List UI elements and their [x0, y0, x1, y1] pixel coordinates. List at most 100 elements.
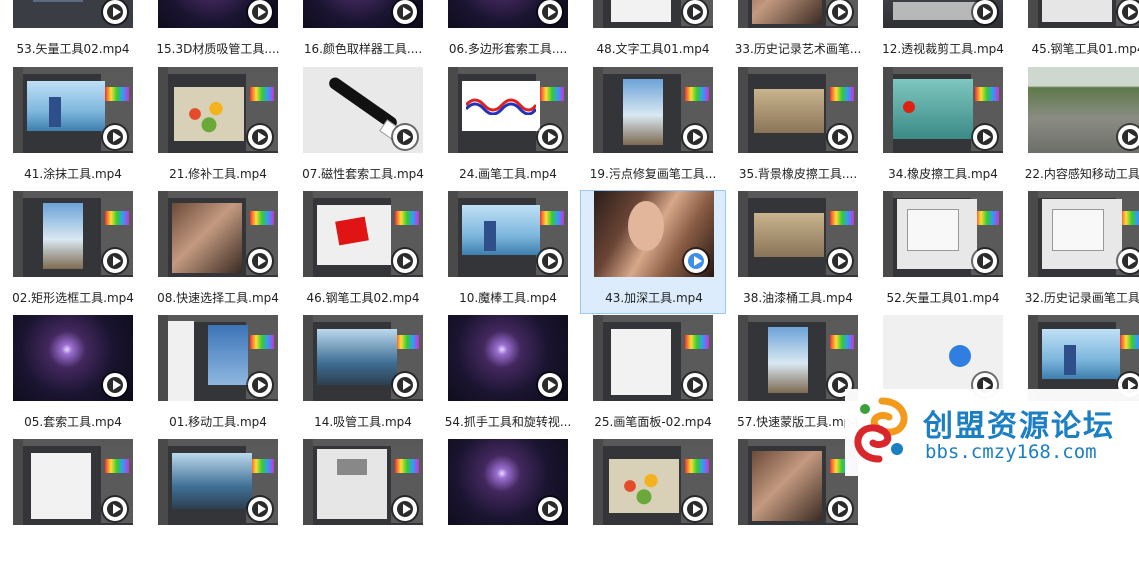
video-thumbnail[interactable]	[738, 67, 858, 153]
play-icon[interactable]	[393, 125, 417, 149]
video-file-item[interactable]: 46.钢笔工具02.mp4	[290, 191, 436, 315]
video-file-item[interactable]: 07.磁性套索工具.mp4	[290, 67, 436, 191]
video-thumbnail[interactable]	[448, 67, 568, 153]
play-icon[interactable]	[828, 125, 852, 149]
play-icon[interactable]	[973, 249, 997, 273]
play-icon[interactable]	[973, 125, 997, 149]
play-icon[interactable]	[1118, 249, 1139, 273]
video-thumbnail[interactable]	[13, 315, 133, 401]
video-thumbnail[interactable]	[738, 0, 858, 28]
play-icon[interactable]	[248, 373, 272, 397]
video-file-item[interactable]: 54.抓手工具和旋转视...	[435, 315, 581, 439]
video-file-item[interactable]: 10.魔棒工具.mp4	[435, 191, 581, 315]
video-file-item[interactable]	[580, 439, 726, 563]
play-icon[interactable]	[683, 497, 707, 521]
video-thumbnail[interactable]	[13, 439, 133, 525]
video-thumbnail[interactable]	[1028, 67, 1139, 153]
play-icon[interactable]	[248, 249, 272, 273]
play-icon[interactable]	[103, 0, 127, 24]
video-file-item[interactable]: 08.快速选择工具.mp4	[145, 191, 291, 315]
video-file-item[interactable]: 22.内容感知移动工具...	[1015, 67, 1139, 191]
video-thumbnail[interactable]	[883, 191, 1003, 277]
video-thumbnail[interactable]	[158, 439, 278, 525]
video-file-item[interactable]	[0, 439, 146, 563]
play-icon[interactable]	[103, 125, 127, 149]
video-thumbnail[interactable]	[158, 191, 278, 277]
video-file-item[interactable]	[435, 439, 581, 563]
play-icon[interactable]	[538, 249, 562, 273]
video-thumbnail[interactable]	[158, 315, 278, 401]
video-thumbnail[interactable]	[303, 439, 423, 525]
play-icon[interactable]	[538, 125, 562, 149]
video-file-item[interactable]: 45.钢笔工具01.mp4	[1015, 0, 1139, 66]
video-thumbnail[interactable]	[738, 191, 858, 277]
play-icon[interactable]	[393, 373, 417, 397]
video-thumbnail[interactable]	[1028, 0, 1139, 28]
play-icon[interactable]	[828, 497, 852, 521]
video-thumbnail[interactable]	[448, 191, 568, 277]
video-file-item[interactable]	[290, 439, 436, 563]
video-file-item[interactable]: 05.套索工具.mp4	[0, 315, 146, 439]
video-thumbnail[interactable]	[593, 67, 713, 153]
video-file-item[interactable]: 12.透视裁剪工具.mp4	[870, 0, 1016, 66]
play-icon[interactable]	[248, 497, 272, 521]
video-file-item[interactable]: 33.历史记录艺术画笔...	[725, 0, 871, 66]
play-icon[interactable]	[1118, 0, 1139, 24]
video-file-item[interactable]: 14.吸管工具.mp4	[290, 315, 436, 439]
play-icon[interactable]	[683, 373, 707, 397]
video-thumbnail[interactable]	[593, 315, 713, 401]
video-file-item[interactable]: 16.颜色取样器工具....	[290, 0, 436, 66]
play-icon[interactable]	[683, 125, 707, 149]
video-thumbnail[interactable]	[883, 0, 1003, 28]
video-file-item[interactable]: 48.文字工具01.mp4	[580, 0, 726, 66]
play-icon[interactable]	[1118, 125, 1139, 149]
video-file-item[interactable]: 34.橡皮擦工具.mp4	[870, 67, 1016, 191]
video-file-item[interactable]: 19.污点修复画笔工具...	[580, 67, 726, 191]
video-thumbnail[interactable]	[594, 191, 714, 277]
video-file-item[interactable]	[145, 439, 291, 563]
video-thumbnail[interactable]	[448, 439, 568, 525]
play-icon[interactable]	[393, 0, 417, 24]
play-icon[interactable]	[538, 497, 562, 521]
video-file-item[interactable]: 25.画笔面板-02.mp4	[580, 315, 726, 439]
video-thumbnail[interactable]	[1028, 191, 1139, 277]
video-thumbnail[interactable]	[448, 0, 568, 28]
play-icon[interactable]	[828, 249, 852, 273]
video-thumbnail[interactable]	[13, 191, 133, 277]
play-icon[interactable]	[538, 373, 562, 397]
video-thumbnail[interactable]	[158, 0, 278, 28]
video-thumbnail[interactable]	[158, 67, 278, 153]
play-icon[interactable]	[103, 497, 127, 521]
play-icon[interactable]	[393, 497, 417, 521]
video-thumbnail[interactable]	[883, 67, 1003, 153]
video-file-item[interactable]: 02.矩形选框工具.mp4	[0, 191, 146, 315]
video-thumbnail[interactable]	[593, 0, 713, 28]
video-thumbnail[interactable]	[738, 439, 858, 525]
video-file-item[interactable]: 38.油漆桶工具.mp4	[725, 191, 871, 315]
play-icon[interactable]	[973, 0, 997, 24]
video-file-item[interactable]: 52.矢量工具01.mp4	[870, 191, 1016, 315]
video-thumbnail[interactable]	[738, 315, 858, 401]
video-thumbnail[interactable]	[303, 315, 423, 401]
play-icon[interactable]	[684, 249, 708, 273]
play-icon[interactable]	[248, 125, 272, 149]
play-icon[interactable]	[103, 249, 127, 273]
video-file-item[interactable]: 35.背景橡皮擦工具....	[725, 67, 871, 191]
video-thumbnail[interactable]	[448, 315, 568, 401]
video-thumbnail[interactable]	[593, 439, 713, 525]
video-file-item[interactable]: 01.移动工具.mp4	[145, 315, 291, 439]
video-file-item[interactable]: 32.历史记录画笔工具...	[1015, 191, 1139, 315]
video-file-item[interactable]: 43.加深工具.mp4	[580, 190, 726, 314]
video-file-item[interactable]: 21.修补工具.mp4	[145, 67, 291, 191]
play-icon[interactable]	[683, 0, 707, 24]
video-thumbnail[interactable]	[303, 67, 423, 153]
video-thumbnail[interactable]	[13, 67, 133, 153]
play-icon[interactable]	[103, 373, 127, 397]
play-icon[interactable]	[248, 0, 272, 24]
video-file-item[interactable]: 15.3D材质吸管工具....	[145, 0, 291, 66]
video-file-item[interactable]: 41.涂抹工具.mp4	[0, 67, 146, 191]
video-thumbnail[interactable]	[303, 0, 423, 28]
video-thumbnail[interactable]	[303, 191, 423, 277]
video-file-item[interactable]: 06.多边形套索工具....	[435, 0, 581, 66]
video-thumbnail[interactable]	[13, 0, 133, 28]
